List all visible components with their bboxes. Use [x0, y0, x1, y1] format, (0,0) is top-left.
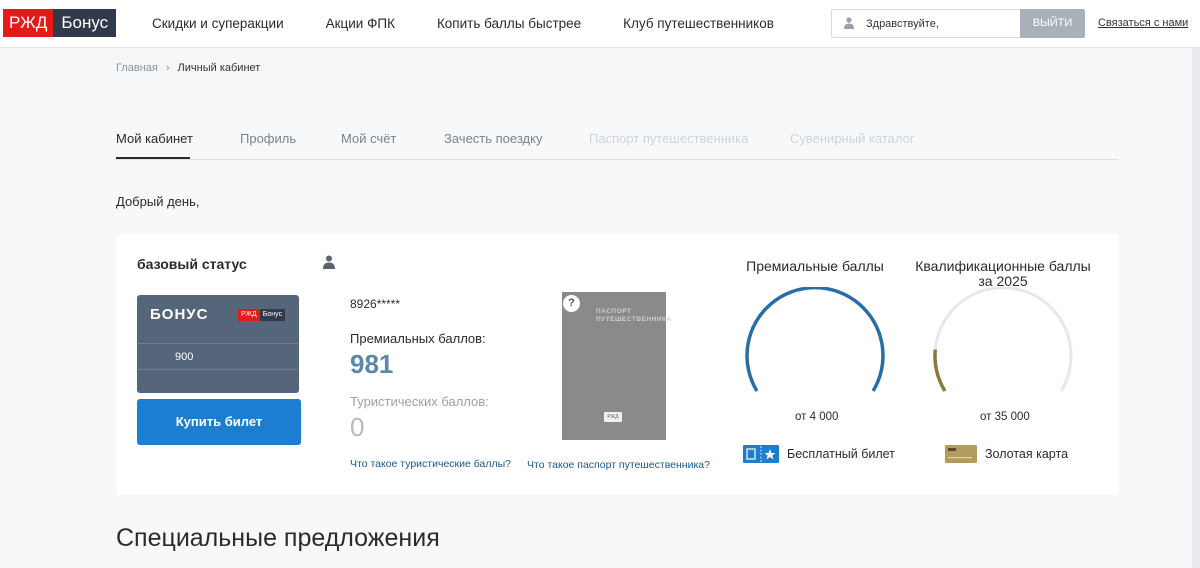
- main-nav: Скидки и суперакции Акции ФПК Копить бал…: [152, 16, 816, 31]
- breadcrumb-current: Личный кабинет: [177, 62, 261, 74]
- passport-emblem: РЖД: [604, 412, 622, 422]
- nav-fpk-promos[interactable]: Акции ФПК: [326, 16, 395, 31]
- site-header: РЖД Бонус Скидки и суперакции Акции ФПК …: [0, 0, 1200, 48]
- gold-card-award: Золотая карта: [985, 447, 1069, 461]
- person-icon: [323, 255, 335, 269]
- tab-claim-trip[interactable]: Зачесть поездку: [444, 131, 542, 146]
- qualification-gauge-threshold: от 35 000: [980, 411, 1030, 423]
- site-logo[interactable]: РЖД Бонус: [3, 9, 117, 37]
- logo-rzd: РЖД: [3, 9, 54, 37]
- greeting-text: Здравствуйте,: [866, 18, 939, 30]
- premium-gauge-threshold: от 4 000: [795, 411, 839, 423]
- premium-gauge-title: Премиальные баллы: [746, 258, 884, 274]
- premium-points-value: 981: [350, 349, 394, 379]
- account-tabs: Мой кабинет Профиль Мой счёт Зачесть пое…: [116, 131, 1119, 160]
- tab-my-cabinet[interactable]: Мой кабинет: [116, 131, 193, 146]
- question-icon[interactable]: ?: [563, 295, 580, 312]
- nav-discounts[interactable]: Скидки и суперакции: [152, 16, 284, 31]
- tourist-points-label: Туристических баллов:: [350, 394, 489, 409]
- account-phone: 8926*****: [350, 297, 401, 311]
- ticket-icon: [743, 445, 779, 463]
- tab-profile[interactable]: Профиль: [240, 131, 296, 146]
- card-logo-bonus: Бонус: [259, 309, 286, 321]
- tourist-points-help-link[interactable]: Что такое туристические баллы?: [350, 458, 511, 470]
- tourist-points-value: 0: [350, 412, 365, 442]
- gauge-track: [933, 287, 1073, 392]
- gauge-track: [745, 287, 885, 392]
- card-logo: РЖД Бонус: [238, 309, 286, 321]
- passport-cover-text: ПАСПОРТ ПУТЕШЕСТВЕННИКА: [596, 308, 672, 323]
- breadcrumb-separator: ›: [165, 62, 170, 74]
- qualification-gauge-title: Квалификационные баллы за 2025: [915, 258, 1091, 289]
- logout-button[interactable]: ВЫЙТИ: [1020, 9, 1085, 38]
- gauge-fill: [933, 287, 1073, 392]
- nav-earn-faster[interactable]: Копить баллы быстрее: [437, 16, 581, 31]
- status-title: базовый статус: [137, 256, 247, 272]
- card-number: 900: [175, 351, 194, 363]
- travel-passport-image[interactable]: ПАСПОРТ ПУТЕШЕСТВЕННИКА РЖД: [562, 292, 671, 440]
- tab-my-account[interactable]: Мой счёт: [341, 131, 396, 146]
- breadcrumb-home[interactable]: Главная: [116, 62, 158, 74]
- page-scrollbar[interactable]: [1192, 48, 1200, 568]
- contact-link[interactable]: Связаться с нами: [1098, 17, 1188, 29]
- breadcrumb: Главная › Личный кабинет: [116, 62, 260, 74]
- premium-points-label: Премиальных баллов:: [350, 331, 486, 346]
- qualification-points-gauge: [933, 287, 1073, 392]
- card-line: [137, 369, 299, 370]
- nav-travelers-club[interactable]: Клуб путешественников: [623, 16, 774, 31]
- free-ticket-award: Бесплатный билет: [787, 447, 895, 461]
- user-greeting-field[interactable]: Здравствуйте,: [831, 9, 1021, 38]
- card-logo-rzd: РЖД: [238, 309, 260, 321]
- card-line: [137, 343, 299, 344]
- logo-bonus: Бонус: [53, 9, 117, 37]
- premium-points-gauge: [745, 287, 885, 392]
- bonus-card: БОНУС РЖД Бонус 900: [137, 295, 299, 393]
- special-offers-heading: Специальные предложения: [116, 524, 440, 552]
- active-tab-indicator: [116, 157, 190, 159]
- gold-card-icon: [945, 445, 977, 463]
- passport-help-link[interactable]: Что такое паспорт путешественника?: [527, 459, 710, 471]
- buy-ticket-button[interactable]: Купить билет: [137, 399, 301, 445]
- greeting: Добрый день,: [116, 194, 200, 209]
- user-icon: [844, 17, 854, 29]
- gauge-fill: [745, 287, 885, 392]
- tab-travel-passport: Паспорт путешественника: [589, 131, 749, 146]
- card-title: БОНУС: [150, 306, 209, 323]
- tab-souvenir-catalog: Сувенирный каталог: [790, 131, 915, 146]
